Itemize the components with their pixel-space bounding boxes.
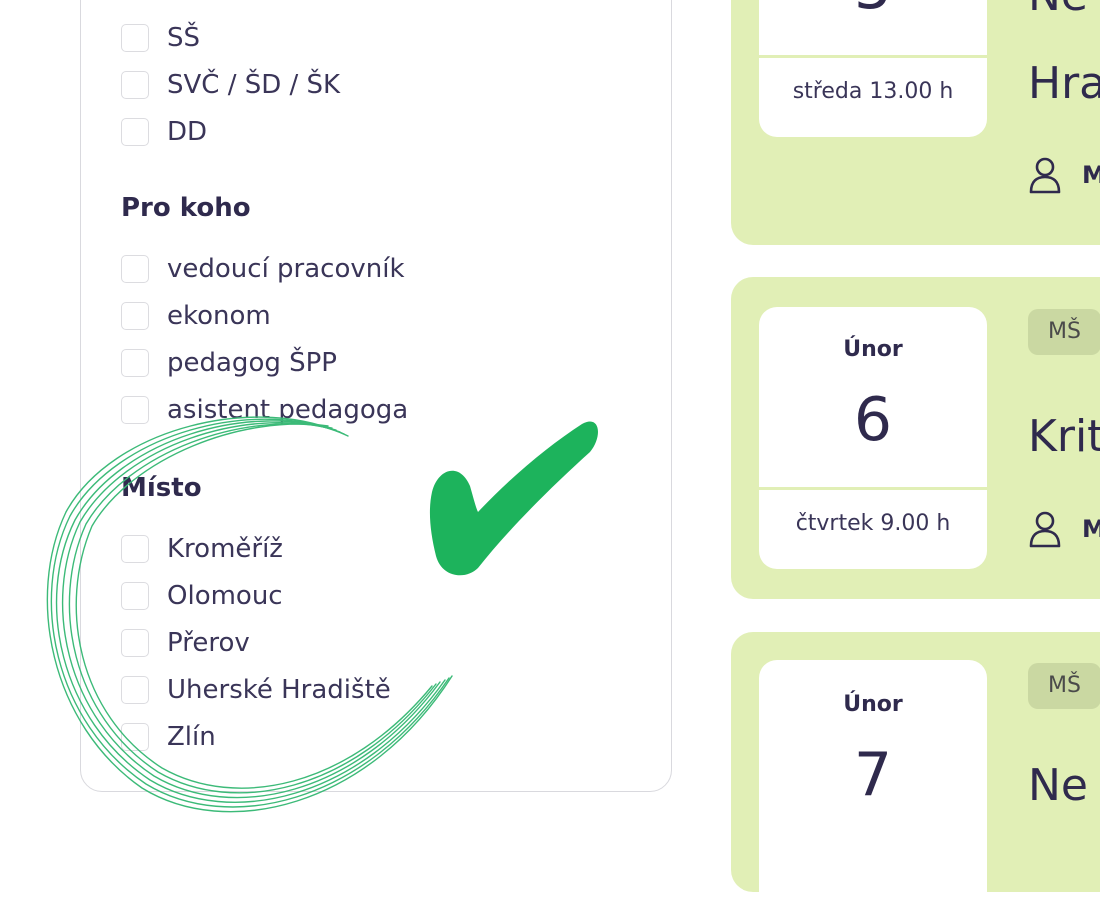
filter-option-label: vedoucí pracovník: [167, 253, 405, 284]
event-card[interactable]: 5 středa 13.00 h Ne Hra M: [731, 0, 1100, 245]
checkbox[interactable]: [121, 70, 149, 99]
filter-group-place: Místo Kroměříž Olomouc Přerov Uherské Hr…: [121, 471, 391, 760]
date-divider: [759, 487, 987, 490]
person-icon: [1029, 511, 1061, 548]
event-card[interactable]: Únor 7 MŠ Ne: [731, 632, 1100, 922]
checkbox[interactable]: [121, 117, 149, 146]
filter-option-label: ekonom: [167, 300, 271, 331]
filter-option-label: SVČ / ŠD / ŠK: [167, 69, 341, 100]
event-lecturer: M: [1028, 510, 1100, 548]
event-title[interactable]: Ne: [1028, 760, 1088, 811]
filter-option-vedouci-pracovnik[interactable]: vedoucí pracovník: [121, 245, 408, 292]
checkbox[interactable]: [121, 348, 149, 377]
event-time: středa 13.00 h: [792, 79, 954, 104]
filter-option-label: Uherské Hradiště: [167, 674, 391, 705]
filter-group-title: Místo: [121, 473, 202, 503]
filter-option-label: Olomouc: [167, 580, 283, 611]
filter-option-pedagog-spp[interactable]: pedagog ŠPP: [121, 339, 408, 386]
checkbox[interactable]: [121, 395, 149, 424]
filter-group-title: Pro koho: [121, 193, 251, 223]
event-day: 6: [853, 385, 893, 455]
checkbox[interactable]: [121, 675, 149, 704]
checkbox[interactable]: [121, 534, 149, 563]
filter-option-olomouc[interactable]: Olomouc: [121, 572, 391, 619]
checkbox[interactable]: [121, 722, 149, 751]
filter-option-prerov[interactable]: Přerov: [121, 619, 391, 666]
checkbox[interactable]: [121, 254, 149, 283]
filter-option-label: Přerov: [167, 627, 250, 658]
filter-option-svc-sd-sk[interactable]: SVČ / ŠD / ŠK: [121, 61, 340, 108]
filter-option-ss[interactable]: SŠ: [121, 14, 340, 61]
filter-option-label: asistent pedagoga: [167, 394, 409, 425]
event-date-box: 5 středa 13.00 h: [759, 0, 987, 137]
filter-option-dd[interactable]: DD: [121, 108, 340, 155]
person-icon: [1029, 157, 1061, 194]
event-month: Únor: [843, 337, 903, 362]
filter-option-asistent-pedagoga[interactable]: asistent pedagoga: [121, 386, 408, 433]
filter-panel: SŠ SVČ / ŠD / ŠK DD Pro koho vedoucí pra…: [80, 0, 672, 792]
event-day: 5: [759, 0, 987, 23]
filter-option-label: Zlín: [167, 721, 216, 752]
event-tag: MŠ: [1028, 309, 1100, 355]
filter-group-school-type: SŠ SVČ / ŠD / ŠK DD: [121, 14, 340, 155]
date-divider: [759, 55, 987, 58]
event-date-box: Únor 6 čtvrtek 9.00 h: [759, 307, 987, 569]
checkbox[interactable]: [121, 301, 149, 330]
checkbox[interactable]: [121, 628, 149, 657]
event-card[interactable]: Únor 6 čtvrtek 9.00 h MŠ Krit M: [731, 277, 1100, 599]
filter-option-label: DD: [167, 116, 208, 147]
event-month: Únor: [843, 692, 903, 717]
filter-option-kromeriz[interactable]: Kroměříž: [121, 525, 391, 572]
event-title[interactable]: Ne: [1028, 0, 1088, 21]
checkbox[interactable]: [121, 581, 149, 610]
filter-option-label: SŠ: [167, 22, 201, 53]
filter-option-ekonom[interactable]: ekonom: [121, 292, 408, 339]
checkbox[interactable]: [121, 23, 149, 52]
filter-option-zlin[interactable]: Zlín: [121, 713, 391, 760]
filter-option-uherske-hradiste[interactable]: Uherské Hradiště: [121, 666, 391, 713]
filter-group-audience: Pro koho vedoucí pracovník ekonom pedago…: [121, 191, 408, 433]
filter-option-label: pedagog ŠPP: [167, 347, 337, 378]
filter-option-label: Kroměříž: [167, 533, 283, 564]
event-lecturer: M: [1028, 156, 1100, 194]
event-title[interactable]: Hra: [1028, 58, 1100, 109]
event-tag: MŠ: [1028, 663, 1100, 709]
lecturer-name: M: [1082, 161, 1100, 189]
event-date-box: Únor 7: [759, 660, 987, 922]
event-day: 7: [853, 740, 893, 810]
lecturer-name: M: [1082, 515, 1100, 543]
event-time: čtvrtek 9.00 h: [795, 511, 951, 536]
event-title[interactable]: Krit: [1028, 411, 1100, 462]
